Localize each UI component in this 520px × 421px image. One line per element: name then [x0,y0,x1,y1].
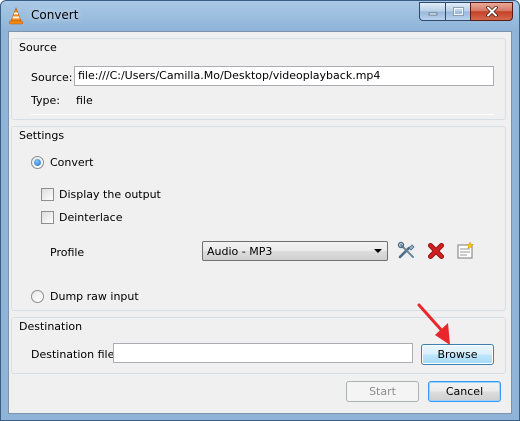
window-title: Convert [31,8,79,22]
settings-group: Settings Convert Display the output Dein… [11,126,506,311]
close-icon [485,6,498,17]
profile-selected: Audio - MP3 [207,245,273,258]
destination-group-title: Destination [19,320,83,333]
start-button[interactable]: Start [346,381,419,402]
source-value: file:///C:/Users/Camilla.Mo/Desktop/vide… [78,69,381,82]
profile-label: Profile [50,246,85,259]
display-output-label[interactable]: Display the output [59,188,161,201]
source-field[interactable]: file:///C:/Users/Camilla.Mo/Desktop/vide… [74,66,494,86]
profile-select[interactable]: Audio - MP3 [202,241,388,261]
deinterlace-label[interactable]: Deinterlace [59,211,122,224]
convert-radio[interactable] [31,156,44,169]
type-label: Type: [31,94,60,107]
delete-profile-button[interactable] [425,240,447,262]
minimize-icon [428,12,437,15]
chevron-down-icon [374,249,382,253]
tools-icon [397,241,415,259]
convert-label[interactable]: Convert [50,156,94,169]
start-button-label: Start [369,385,396,398]
new-profile-icon [457,241,475,259]
vlc-cone-icon [9,7,23,25]
title-bar[interactable]: Convert [1,1,519,31]
dialog-body: Source Source: file:///C:/Users/Camilla.… [8,31,512,414]
edit-profile-button[interactable] [396,240,418,262]
destination-file-field[interactable] [113,343,413,363]
type-value: file [76,94,93,107]
convert-dialog: Convert Source Source: file:///C:/Users/… [0,0,520,421]
source-group-title: Source [19,41,57,54]
minimize-button[interactable] [419,2,445,21]
cancel-button-label: Cancel [445,385,484,398]
dump-raw-radio[interactable] [31,290,44,303]
settings-group-title: Settings [19,129,65,142]
caption-buttons [419,2,513,22]
maximize-button[interactable] [445,2,470,21]
deinterlace-checkbox[interactable] [41,211,54,224]
source-label: Source: [31,71,73,84]
maximize-icon [452,7,464,16]
dump-raw-label[interactable]: Dump raw input [50,290,139,303]
display-output-checkbox[interactable] [41,188,54,201]
annotation-arrow-icon [417,303,450,345]
close-button[interactable] [470,2,513,21]
delete-icon [428,243,444,259]
source-divider [31,114,494,115]
new-profile-button[interactable] [454,240,476,262]
cancel-button[interactable]: Cancel [428,381,501,402]
destination-file-label: Destination file: [31,348,119,361]
destination-file-input[interactable] [117,346,409,359]
source-group: Source Source: file:///C:/Users/Camilla.… [11,38,506,120]
